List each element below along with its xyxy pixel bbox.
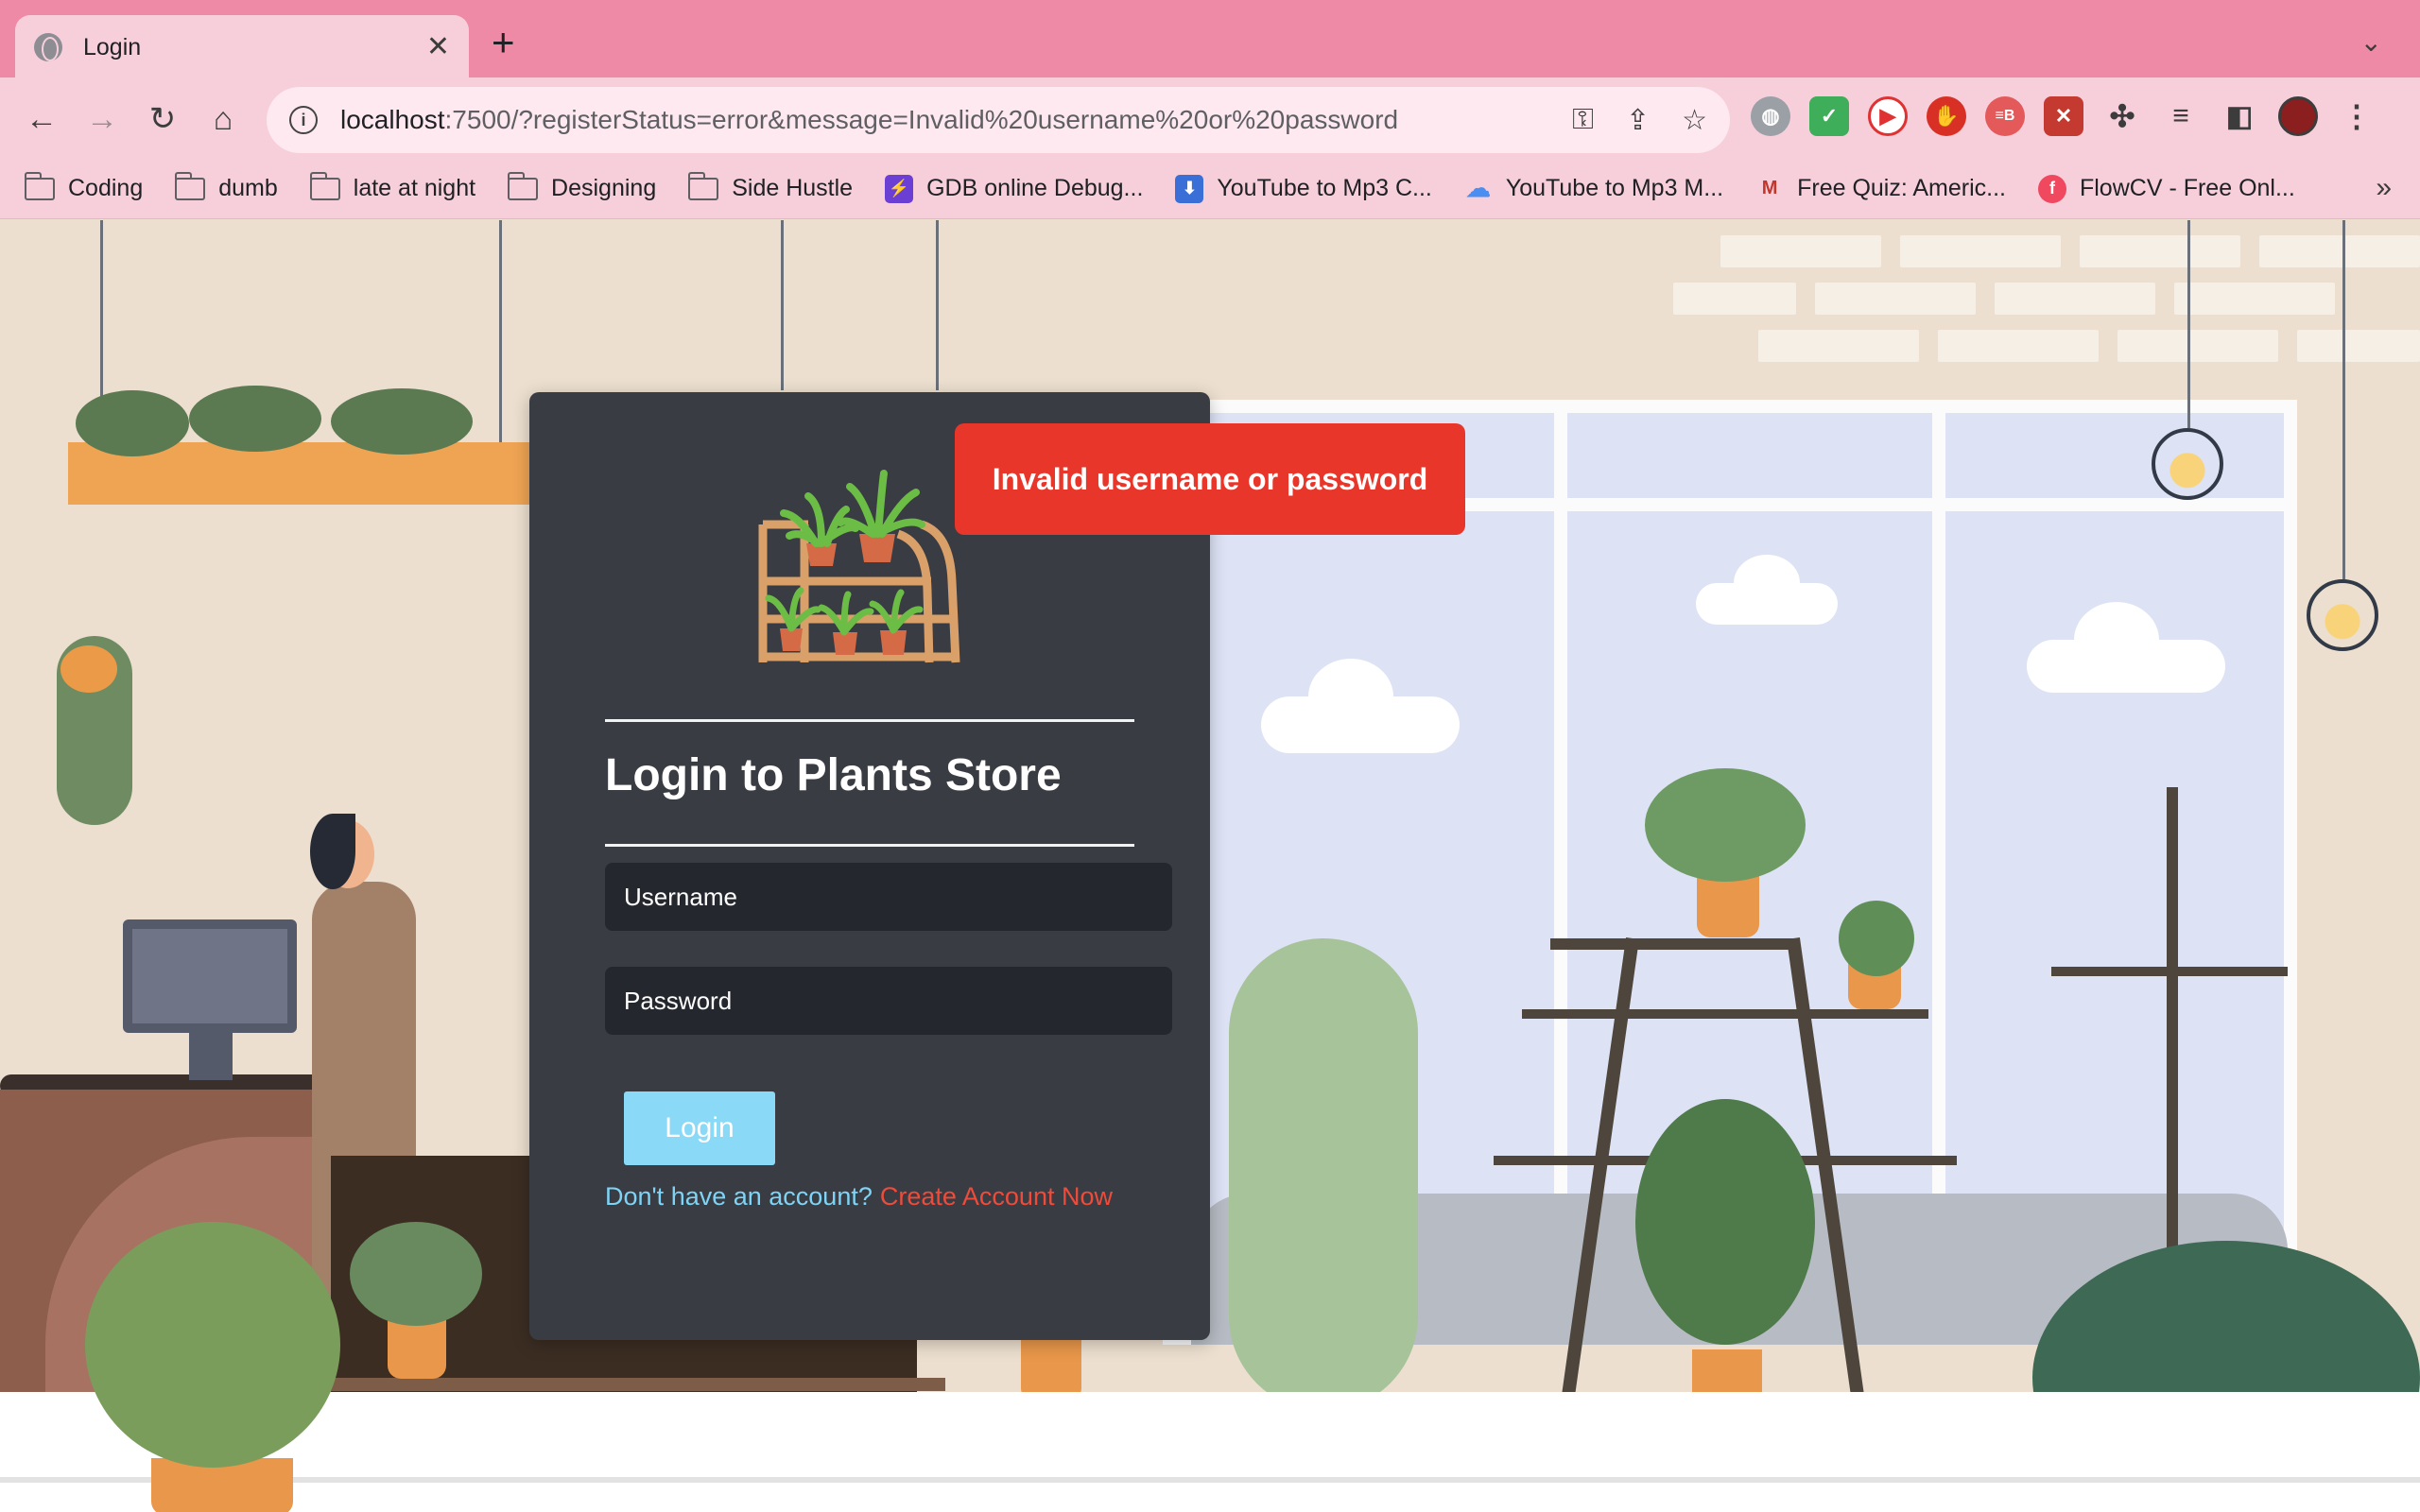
bookmark-label: late at night <box>353 175 476 201</box>
share-icon[interactable]: ⇪ <box>1626 104 1650 137</box>
star-icon[interactable]: ☆ <box>1682 104 1707 137</box>
folder-icon <box>688 171 719 200</box>
flowcv-icon: f <box>2037 174 2066 203</box>
url-host: localhost <box>340 105 445 134</box>
bookmark-folder-dumb[interactable]: dumb <box>175 171 278 202</box>
url-text[interactable]: localhost:7500/?registerStatus=error&mes… <box>340 105 1540 135</box>
new-tab-button[interactable]: + <box>492 23 515 62</box>
create-account-link[interactable]: Create Account Now <box>880 1182 1113 1211</box>
signup-prompt: Don't have an account? Create Account Now <box>605 1182 1113 1211</box>
shield-extension-icon[interactable]: ✓ <box>1809 96 1849 136</box>
no-account-text: Don't have an account? <box>605 1182 873 1211</box>
divider <box>605 844 1134 847</box>
key-icon[interactable]: ⚿ <box>1572 104 1594 136</box>
close-icon[interactable]: ✕ <box>426 33 450 61</box>
bookmark-folder-coding[interactable]: Coding <box>25 171 144 202</box>
bookmark-gdb[interactable]: ⚡ GDB online Debug... <box>885 174 1144 203</box>
folder-icon <box>508 171 539 200</box>
bookmark-youtube-mp3-c[interactable]: ⬇ YouTube to Mp3 C... <box>1175 174 1432 203</box>
url-path: :7500/?registerStatus=error&message=Inva… <box>444 105 1399 134</box>
brick-wall <box>1664 220 2420 400</box>
error-toast: Invalid username or password <box>955 423 1465 535</box>
cloud-download-icon: ☁ <box>1465 174 1491 202</box>
bookmark-label: Coding <box>68 175 144 201</box>
back-icon[interactable]: ← <box>21 98 62 140</box>
home-icon[interactable]: ⌂ <box>202 98 244 140</box>
browser-tab[interactable]: Login ✕ <box>15 15 469 79</box>
monitor <box>123 919 297 1033</box>
plant-shelf-logo <box>758 470 960 663</box>
browser-toolbar: ← → ↻ ⌂ i localhost:7500/?registerStatus… <box>0 77 2420 159</box>
password-input[interactable]: Password <box>605 967 1172 1035</box>
bookmark-folder-side-hustle[interactable]: Side Hustle <box>688 171 854 202</box>
forward-icon[interactable]: → <box>81 98 123 140</box>
profile-avatar[interactable] <box>2278 96 2318 136</box>
page-title: Login to Plants Store <box>605 750 1062 800</box>
bookmark-label: YouTube to Mp3 M... <box>1505 175 1724 201</box>
globe-icon <box>34 33 62 61</box>
background-illustration <box>0 220 2420 1512</box>
divider <box>605 719 1134 722</box>
bookmark-label: Side Hustle <box>732 175 854 201</box>
folder-icon <box>25 171 55 200</box>
bookmark-label: FlowCV - Free Onl... <box>2079 175 2295 201</box>
bookmark-label: Designing <box>551 175 657 201</box>
login-button[interactable]: Login <box>624 1091 775 1165</box>
pendant-lamp <box>2152 428 2223 500</box>
bookmark-folder-designing[interactable]: Designing <box>508 171 657 202</box>
quiz-logo-icon: M <box>1761 178 1778 198</box>
extensions-row: ◍ ✓ ▶ ✋ ≡B ✕ ✣ ≡ ◧ ⋮ <box>1751 96 2377 136</box>
folder-icon <box>309 171 340 200</box>
media-control-icon[interactable]: ≡ <box>2161 96 2201 136</box>
pendant-lamp <box>2307 579 2378 651</box>
globe-extension-icon[interactable]: ◍ <box>1751 96 1790 136</box>
download-icon: ⬇ <box>1175 174 1204 203</box>
bookmarks-bar: Coding dumb late at night Designing Side… <box>0 159 2420 219</box>
shield-x-extension-icon[interactable]: ✕ <box>2044 96 2083 136</box>
adblock-extension-icon[interactable]: ✋ <box>1927 96 1966 136</box>
address-bar[interactable]: i localhost:7500/?registerStatus=error&m… <box>267 87 1730 153</box>
bookmark-folder-late-at-night[interactable]: late at night <box>309 171 476 202</box>
puzzle-icon[interactable]: ✣ <box>2102 96 2142 136</box>
info-icon[interactable]: i <box>289 106 318 134</box>
bookmark-label: dumb <box>218 175 278 201</box>
lightning-icon: ⚡ <box>885 174 914 203</box>
bookmark-free-quiz[interactable]: M Free Quiz: Americ... <box>1755 175 2006 203</box>
bookmark-youtube-mp3-m[interactable]: ☁ YouTube to Mp3 M... <box>1464 174 1724 203</box>
floor <box>0 1392 2420 1512</box>
tab-strip: Login ✕ + ⌄ <box>0 0 2420 79</box>
folder-icon <box>175 171 206 200</box>
bookmark-label: YouTube to Mp3 C... <box>1217 175 1432 201</box>
side-panel-icon[interactable]: ◧ <box>2220 96 2259 136</box>
more-bookmarks-icon[interactable]: » <box>2376 172 2392 204</box>
reload-icon[interactable]: ↻ <box>142 98 183 140</box>
bookmark-label: Free Quiz: Americ... <box>1797 175 2006 201</box>
bookmark-flowcv[interactable]: f FlowCV - Free Onl... <box>2037 174 2295 203</box>
tab-title: Login <box>83 33 142 60</box>
username-input[interactable]: Username <box>605 863 1172 931</box>
chevron-down-icon[interactable]: ⌄ <box>2360 26 2382 58</box>
youtube-extension-icon[interactable]: ▶ <box>1868 96 1908 136</box>
menu-icon[interactable]: ⋮ <box>2337 96 2377 136</box>
bookmark-label: GDB online Debug... <box>926 175 1144 201</box>
bypass-extension-icon[interactable]: ≡B <box>1985 96 2025 136</box>
